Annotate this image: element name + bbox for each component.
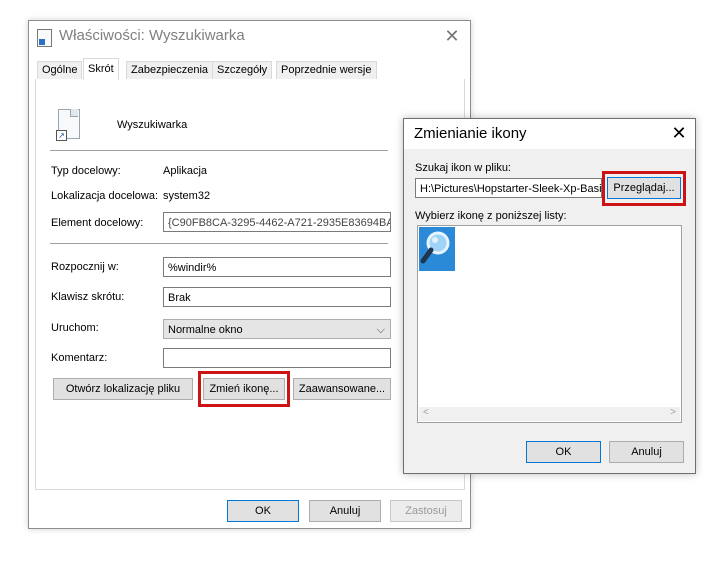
change-icon-button[interactable]: Zmień ikonę...: [203, 378, 285, 400]
tab-general[interactable]: Ogólne: [37, 61, 83, 79]
comment-field[interactable]: [163, 348, 391, 368]
close-icon[interactable]: ✕: [668, 122, 690, 144]
target-location-label: Lokalizacja docelowa:: [51, 190, 159, 202]
comment-label: Komentarz:: [51, 352, 108, 364]
scroll-right-icon[interactable]: >: [670, 407, 676, 418]
cancel-button[interactable]: Anuluj: [309, 500, 381, 522]
apply-button[interactable]: Zastosuj: [390, 500, 462, 522]
shortcut-file-icon: [37, 29, 52, 47]
icon-list[interactable]: < >: [417, 225, 682, 423]
icon-list-label: Wybierz ikonę z poniższej listy:: [415, 210, 567, 222]
browse-button[interactable]: Przeglądaj...: [607, 177, 681, 199]
icon-file-path-field[interactable]: H:\Pictures\Hopstarter-Sleek-Xp-Basi: [415, 178, 602, 198]
search-icons-label: Szukaj ikon w pliku:: [415, 162, 511, 174]
shortcut-arrow-icon: ↗: [56, 130, 67, 141]
target-type-label: Typ docelowy:: [51, 165, 121, 177]
tab-details[interactable]: Szczegóły: [212, 61, 273, 79]
run-select-value: Normalne okno: [168, 324, 243, 336]
change-icon-ok-button[interactable]: OK: [526, 441, 601, 463]
properties-title: Właściwości: Wyszukiwarka: [59, 27, 245, 44]
advanced-button[interactable]: Zaawansowane...: [293, 378, 391, 400]
start-in-label: Rozpocznij w:: [51, 261, 119, 273]
shortcut-name: Wyszukiwarka: [117, 119, 188, 131]
ok-button[interactable]: OK: [227, 500, 299, 522]
close-icon[interactable]: ✕: [441, 25, 463, 47]
target-type-value: Aplikacja: [163, 165, 208, 177]
change-icon-title: Zmienianie ikony: [414, 125, 527, 142]
tab-security[interactable]: Zabezpieczenia: [126, 61, 214, 79]
start-in-field[interactable]: %windir%: [163, 257, 391, 277]
run-select[interactable]: Normalne okno ⌵: [163, 319, 391, 339]
horizontal-scrollbar[interactable]: < >: [419, 407, 680, 421]
properties-titlebar: Właściwości: Wyszukiwarka ✕: [29, 21, 470, 53]
open-file-location-button[interactable]: Otwórz lokalizację pliku: [53, 378, 193, 400]
separator: [50, 243, 388, 244]
shortcut-key-label: Klawisz skrótu:: [51, 291, 125, 303]
magnifier-icon: [420, 231, 450, 264]
tab-shortcut[interactable]: Skrót: [83, 58, 119, 80]
shortcut-key-field[interactable]: Brak: [163, 287, 391, 307]
chevron-down-icon: ⌵: [376, 324, 385, 336]
shortcut-tab-page: ↗ Wyszukiwarka Typ docelowy: Aplikacja L…: [35, 79, 465, 490]
shortcut-icon: ↗: [56, 109, 80, 141]
change-icon-dialog: Zmienianie ikony ✕ Szukaj ikon w pliku: …: [403, 118, 696, 474]
tab-previous-versions[interactable]: Poprzednie wersje: [276, 61, 377, 79]
icon-list-item[interactable]: [419, 227, 455, 271]
target-field[interactable]: {C90FB8CA-3295-4462-A721-2935E83694BA}: [163, 212, 391, 232]
run-label: Uruchom:: [51, 322, 99, 334]
target-label: Element docelowy:: [51, 217, 144, 229]
change-icon-cancel-button[interactable]: Anuluj: [609, 441, 684, 463]
scroll-left-icon[interactable]: <: [423, 407, 429, 418]
separator: [50, 150, 388, 151]
change-icon-titlebar: Zmienianie ikony ✕: [404, 119, 695, 149]
target-location-value: system32: [163, 190, 211, 202]
